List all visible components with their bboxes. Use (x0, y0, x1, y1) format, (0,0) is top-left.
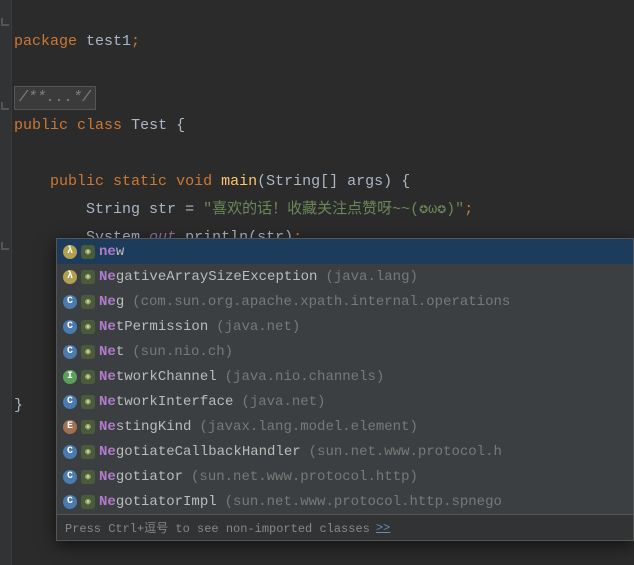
completion-item-icons: C◉ (63, 495, 99, 509)
completion-item[interactable]: C◉NetworkInterface(java.net) (57, 389, 633, 414)
c-icon: C (63, 395, 77, 409)
method-name: main (221, 173, 257, 190)
package-icon: ◉ (81, 320, 95, 334)
completion-footer: Press Ctrl+逗号 to see non-imported classe… (57, 514, 633, 540)
completion-item[interactable]: C◉Neg(com.sun.org.apache.xpath.internal.… (57, 289, 633, 314)
completion-item-icons: C◉ (63, 395, 99, 409)
semicolon: ; (131, 33, 140, 50)
completion-item[interactable]: C◉Negotiator(sun.net.www.protocol.http) (57, 464, 633, 489)
completion-item-name: Neg (99, 294, 124, 310)
c-icon: C (63, 345, 77, 359)
equals: = (185, 201, 194, 218)
i-icon: I (63, 370, 77, 384)
method-params: String[] args (266, 173, 383, 190)
completion-item-icons: λ◉ (63, 245, 99, 259)
package-icon: ◉ (81, 295, 95, 309)
completion-item-name: NetPermission (99, 319, 208, 335)
completion-item-icons: C◉ (63, 320, 99, 334)
completion-item-name: NegotiateCallbackHandler (99, 444, 301, 460)
doc-comment-folded[interactable]: /**...*/ (14, 86, 96, 110)
completion-item-location: (java.net) (216, 319, 300, 335)
paren: ) (383, 173, 392, 190)
completion-item-icons: C◉ (63, 445, 99, 459)
fold-mark-icon[interactable] (1, 18, 9, 26)
package-icon: ◉ (81, 470, 95, 484)
package-icon: ◉ (81, 345, 95, 359)
keyword-public: public (14, 117, 68, 134)
type-name: String (86, 201, 140, 218)
completion-item-icons: C◉ (63, 295, 99, 309)
completion-item[interactable]: E◉NestingKind(javax.lang.model.element) (57, 414, 633, 439)
completion-item[interactable]: C◉NegotiateCallbackHandler(sun.net.www.p… (57, 439, 633, 464)
lambda-icon: λ (63, 245, 77, 259)
class-name: Test (131, 117, 167, 134)
completion-item-location: (sun.net.www.protocol.http.spnego (225, 494, 502, 510)
completion-item-icons: I◉ (63, 370, 99, 384)
paren: ( (257, 173, 266, 190)
package-icon: ◉ (81, 245, 95, 259)
keyword-class: class (77, 117, 122, 134)
completion-item[interactable]: I◉NetworkChannel(java.nio.channels) (57, 364, 633, 389)
completion-item-name: NegativeArraySizeException (99, 269, 317, 285)
package-icon: ◉ (81, 370, 95, 384)
completion-item-icons: C◉ (63, 345, 99, 359)
completion-item-name: Negotiator (99, 469, 183, 485)
completion-item-icons: λ◉ (63, 270, 99, 284)
keyword-package: package (14, 33, 77, 50)
package-icon: ◉ (81, 420, 95, 434)
completion-item-name: new (99, 244, 124, 260)
completion-item-location: (com.sun.org.apache.xpath.internal.opera… (132, 294, 510, 310)
completion-item[interactable]: C◉Net(sun.nio.ch) (57, 339, 633, 364)
close-brace: } (14, 397, 23, 414)
completion-item[interactable]: λ◉NegativeArraySizeException(java.lang) (57, 264, 633, 289)
completion-item[interactable]: C◉NegotiatorImpl(sun.net.www.protocol.ht… (57, 489, 633, 514)
editor-gutter (0, 0, 12, 565)
completion-item-name: NetworkChannel (99, 369, 217, 385)
keyword-void: void (176, 173, 212, 190)
lambda-icon: λ (63, 270, 77, 284)
string-literal: "喜欢的话！收藏关注点赞呀~~(✪ω✪)" (203, 201, 464, 218)
completion-item-location: (java.lang) (325, 269, 417, 285)
package-icon: ◉ (81, 270, 95, 284)
completion-item-name: NestingKind (99, 419, 191, 435)
package-icon: ◉ (81, 395, 95, 409)
c-icon: C (63, 445, 77, 459)
footer-link[interactable]: >> (376, 521, 390, 535)
c-icon: C (63, 320, 77, 334)
package-icon: ◉ (81, 495, 95, 509)
open-brace: { (176, 117, 185, 134)
c-icon: C (63, 470, 77, 484)
completion-item-icons: E◉ (63, 420, 99, 434)
e-icon: E (63, 420, 77, 434)
keyword-public: public (50, 173, 104, 190)
completion-item-name: Net (99, 344, 124, 360)
completion-item-location: (sun.net.www.protocol.http) (191, 469, 418, 485)
completion-item-name: NetworkInterface (99, 394, 233, 410)
open-brace: { (401, 173, 410, 190)
completion-item-icons: C◉ (63, 470, 99, 484)
completion-item-location: (java.nio.channels) (225, 369, 385, 385)
completion-item-location: (sun.nio.ch) (132, 344, 233, 360)
var-name: str (149, 201, 176, 218)
completion-item-location: (java.net) (241, 394, 325, 410)
completion-item[interactable]: λ◉new (57, 239, 633, 264)
c-icon: C (63, 295, 77, 309)
completion-item-location: (sun.net.www.protocol.h (309, 444, 502, 460)
fold-mark-icon[interactable] (1, 102, 9, 110)
completion-popup[interactable]: λ◉newλ◉NegativeArraySizeException(java.l… (56, 238, 634, 541)
completion-item-name: NegotiatorImpl (99, 494, 217, 510)
completion-item-location: (javax.lang.model.element) (199, 419, 417, 435)
package-name: test1 (86, 33, 131, 50)
fold-mark-icon[interactable] (1, 242, 9, 250)
footer-hint: Press Ctrl+逗号 to see non-imported classe… (65, 519, 370, 536)
keyword-static: static (113, 173, 167, 190)
completion-item[interactable]: C◉NetPermission(java.net) (57, 314, 633, 339)
package-icon: ◉ (81, 445, 95, 459)
semicolon: ; (464, 201, 473, 218)
c-icon: C (63, 495, 77, 509)
